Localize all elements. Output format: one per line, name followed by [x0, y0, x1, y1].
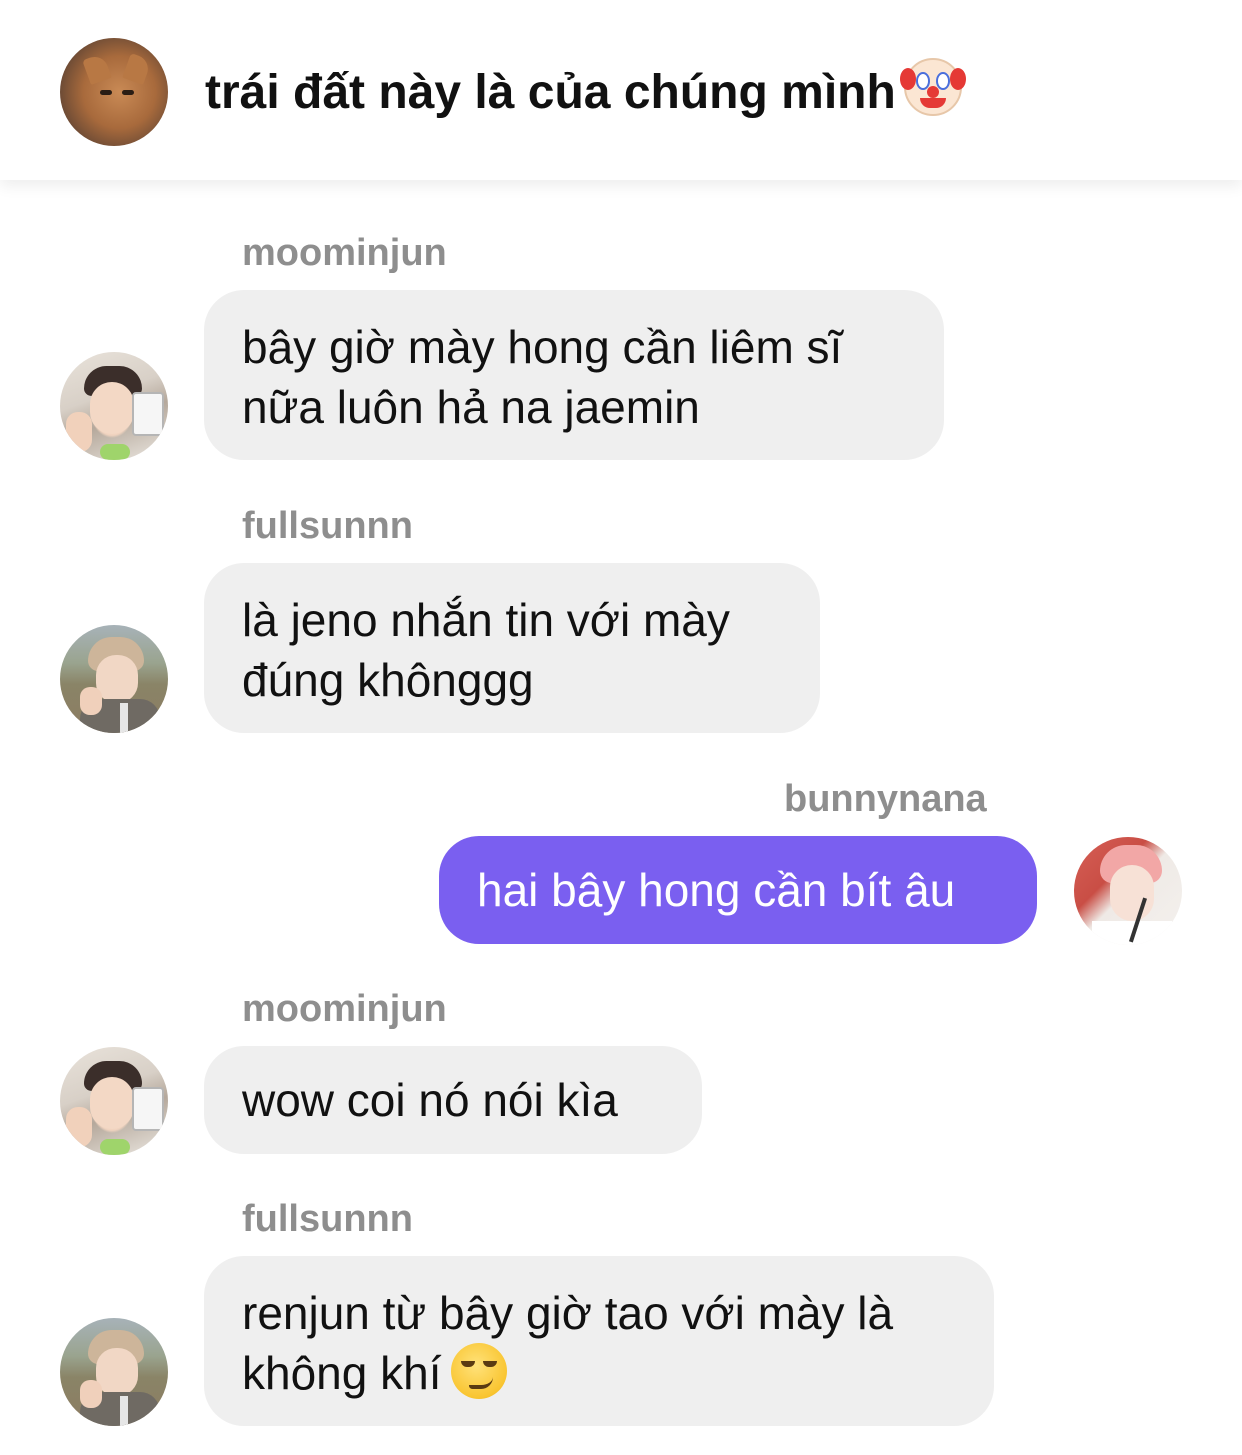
message-bubble-outgoing[interactable]: hai bây hong cần bít âu	[439, 836, 1037, 944]
message-text: bây giờ mày hong cần liêm sĩ nữa luôn hả…	[242, 321, 843, 433]
sender-name: moominjun	[242, 232, 447, 274]
group-title[interactable]: trái đất này là của chúng mình	[205, 58, 966, 126]
cat-ear-right	[122, 53, 152, 85]
cat-eye-right	[122, 90, 134, 95]
avatar-fullsunnn[interactable]	[60, 625, 168, 733]
cat-ear-left	[82, 53, 112, 85]
message-bubble[interactable]: là jeno nhắn tin với mày đúng khônggg	[204, 563, 820, 733]
avatar-bunnynana[interactable]	[1074, 837, 1182, 945]
sender-name: fullsunnn	[242, 1198, 413, 1240]
sender-name: bunnynana	[784, 778, 987, 820]
avatar-moominjun[interactable]	[60, 352, 168, 460]
smirking-face-icon	[451, 1343, 508, 1399]
sender-name: fullsunnn	[242, 505, 413, 547]
message-text: wow coi nó nói kìa	[242, 1074, 618, 1126]
avatar-moominjun[interactable]	[60, 1047, 168, 1155]
group-title-text: trái đất này là của chúng mình	[205, 66, 896, 119]
cat-eye-left	[100, 90, 112, 95]
group-avatar[interactable]	[60, 38, 168, 146]
clown-face-icon	[899, 58, 966, 116]
message-bubble[interactable]: wow coi nó nói kìa	[204, 1046, 702, 1154]
message-text: renjun từ bây giờ tao với mày là không k…	[242, 1287, 894, 1399]
sender-name: moominjun	[242, 988, 447, 1030]
message-bubble[interactable]: renjun từ bây giờ tao với mày là không k…	[204, 1256, 994, 1426]
message-text: hai bây hong cần bít âu	[477, 864, 956, 916]
avatar-fullsunnn[interactable]	[60, 1318, 168, 1426]
chat-header: trái đất này là của chúng mình	[0, 0, 1242, 180]
message-bubble[interactable]: bây giờ mày hong cần liêm sĩ nữa luôn hả…	[204, 290, 944, 460]
message-text: là jeno nhắn tin với mày đúng khônggg	[242, 594, 730, 706]
